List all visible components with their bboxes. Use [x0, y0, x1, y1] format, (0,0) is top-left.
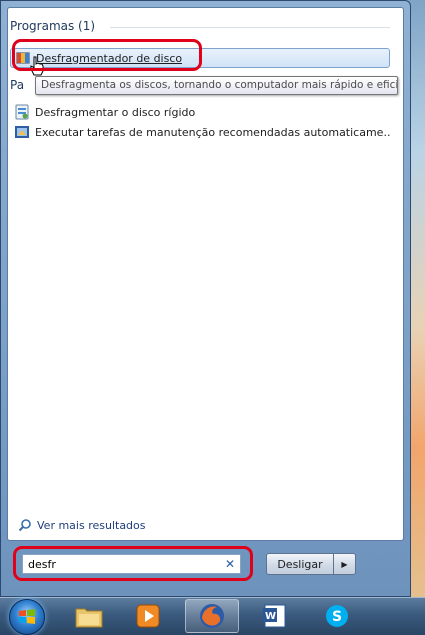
result-desfragmentar-disco[interactable]: Desfragmentar o disco rígido	[10, 102, 390, 122]
result-manutencao[interactable]: Executar tarefas de manutenção recomenda…	[10, 122, 390, 142]
highlight-annotation	[13, 546, 253, 581]
taskbar-media-player[interactable]	[121, 599, 175, 633]
taskbar-skype[interactable]: S	[310, 599, 364, 633]
taskbar-firefox[interactable]	[185, 599, 239, 633]
start-button[interactable]	[9, 599, 45, 635]
svg-text:S: S	[332, 609, 342, 625]
result-label: Executar tarefas de manutenção recomenda…	[35, 125, 390, 139]
shutdown-button[interactable]: Desligar	[266, 553, 334, 575]
tooltip: Desfragmenta os discos, tornando o compu…	[35, 76, 398, 95]
programs-group-header[interactable]: Programas (1)	[10, 19, 95, 33]
svg-text:W: W	[265, 611, 276, 622]
taskbar-explorer[interactable]	[62, 599, 116, 633]
maintenance-icon	[14, 124, 30, 140]
folder-icon	[75, 608, 103, 628]
highlight-annotation	[12, 39, 202, 71]
see-more-results-link[interactable]: Ver mais resultados	[17, 517, 146, 533]
skype-icon: S	[326, 605, 348, 627]
shutdown-options-button[interactable]: ▶	[334, 553, 356, 575]
result-label: Desfragmentar o disco rígido	[35, 105, 196, 119]
files-group-header[interactable]: Pa	[10, 78, 24, 92]
group-divider	[110, 27, 390, 28]
chevron-right-icon: ▶	[341, 559, 348, 569]
search-icon	[17, 517, 33, 533]
see-more-label: Ver mais resultados	[37, 518, 146, 532]
taskbar-word[interactable]: W	[248, 599, 302, 633]
windows-logo-icon	[19, 609, 35, 624]
word-icon: W	[263, 604, 286, 628]
firefox-icon	[200, 604, 224, 628]
defrag-settings-icon	[14, 104, 30, 120]
media-player-icon	[136, 604, 160, 628]
